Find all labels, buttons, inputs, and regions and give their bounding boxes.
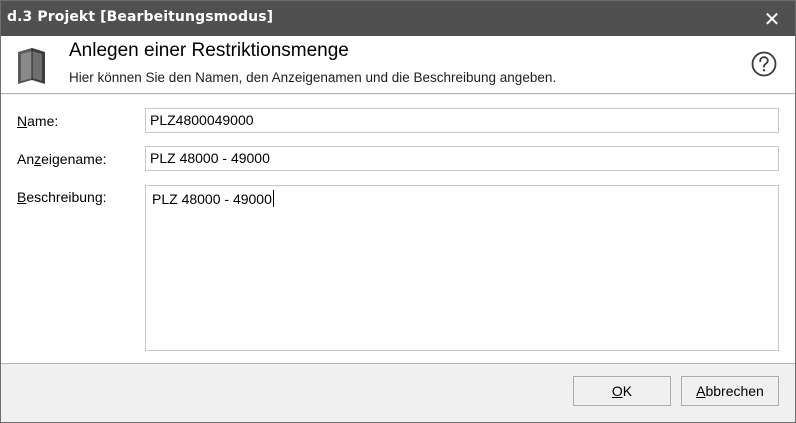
dialog-subheading: Hier können Sie den Namen, den Anzeigena…	[69, 70, 557, 85]
description-label-rest: eschreibung:	[26, 189, 107, 205]
dialog-footer: OK Abbrechen	[1, 363, 795, 422]
help-icon[interactable]	[751, 51, 777, 77]
close-button[interactable]: ✕	[749, 1, 795, 36]
text-caret	[272, 190, 274, 207]
cancel-button-mnemonic: A	[696, 383, 706, 399]
name-label-rest: ame:	[27, 113, 59, 129]
close-icon: ✕	[763, 6, 781, 31]
display-name-field-value: PLZ 48000 - 49000	[150, 150, 270, 166]
dialog-heading: Anlegen einer Restriktionsmenge	[69, 40, 349, 61]
name-label-mnemonic: N	[17, 113, 28, 129]
cancel-button-label-rest: bbrechen	[705, 383, 764, 399]
name-field[interactable]: PLZ4800049000	[145, 108, 779, 133]
dialog-window: d.3 Projekt [Bearbeitungsmodus] ✕ Anlege…	[0, 0, 796, 423]
dialog-header: Anlegen einer Restriktionsmenge Hier kön…	[1, 36, 795, 94]
cancel-button[interactable]: Abbrechen	[681, 376, 779, 406]
ok-button-label-rest: K	[622, 383, 633, 399]
name-field-value: PLZ4800049000	[150, 112, 254, 128]
book-icon	[18, 48, 45, 84]
display-name-label-before: An	[17, 151, 35, 167]
description-label: Beschreibung:	[17, 189, 107, 205]
window-title: d.3 Projekt [Bearbeitungsmodus]	[7, 9, 274, 25]
ok-button-mnemonic: O	[611, 383, 623, 399]
display-name-label: Anzeigename:	[17, 151, 107, 167]
display-name-field[interactable]: PLZ 48000 - 49000	[145, 146, 779, 171]
description-field[interactable]: PLZ 48000 - 49000	[145, 185, 779, 351]
name-label: Name:	[17, 113, 58, 129]
description-field-value: PLZ 48000 - 49000	[152, 191, 272, 207]
display-name-label-after: eigename:	[41, 151, 107, 167]
title-bar[interactable]: d.3 Projekt [Bearbeitungsmodus] ✕	[1, 1, 795, 36]
description-label-mnemonic: B	[17, 189, 27, 205]
form-area: Name: PLZ4800049000 Anzeigename: PLZ 480…	[1, 95, 795, 363]
ok-button[interactable]: OK	[573, 376, 671, 406]
